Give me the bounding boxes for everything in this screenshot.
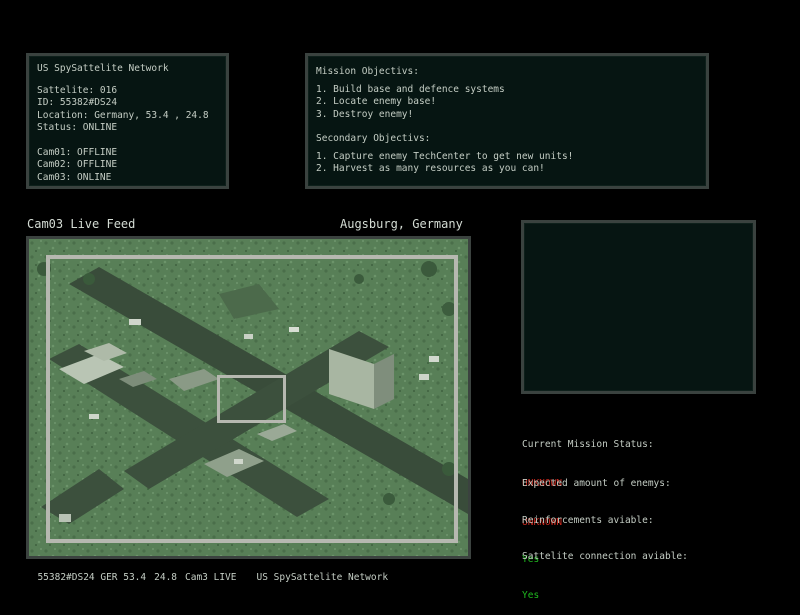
objectives-title: Mission Objectivs: xyxy=(316,66,419,77)
satellite-number: Sattelite: 016 xyxy=(37,84,118,96)
connection-label: Sattelite connection aviable: xyxy=(522,551,688,562)
feed-location: Augsburg, Germany xyxy=(340,217,463,231)
selection-cursor[interactable] xyxy=(217,375,286,423)
feed-status-bar: 55382#DS24 GER 53.4 24.8 Cam3 LIVE US SpySa… xyxy=(26,561,396,583)
secondary-objective-item: 2. Harvest as many resources as you can! xyxy=(316,163,545,174)
status-cam: Cam3 LIVE xyxy=(185,572,237,583)
secondary-objectives-title: Secondary Objectivs: xyxy=(316,133,431,144)
live-feed-viewport[interactable] xyxy=(26,236,471,559)
status-id: 55382#DS24 GER 53.4 xyxy=(37,572,147,583)
side-preview-panel xyxy=(521,220,756,394)
satellite-id: ID: 55382#DS24 xyxy=(37,97,118,108)
status-network: US SpySattelite Network xyxy=(256,572,389,583)
cam-status-1: Cam01: OFFLINE xyxy=(37,146,118,158)
feed-title: Cam03 Live Feed xyxy=(27,217,136,231)
status-x: 24.8 xyxy=(154,572,178,583)
satellite-status: Status: ONLINE xyxy=(37,122,118,133)
secondary-objective-item: 1. Capture enemy TechCenter to get new u… xyxy=(316,150,574,162)
objective-item: 2. Locate enemy base! xyxy=(316,96,437,107)
mission-status-label: Current Mission Status: xyxy=(522,439,654,450)
satellite-location: Location: Germany, 53.4 , 24.8 xyxy=(37,109,209,121)
cam-status-3: Cam03: ONLINE xyxy=(37,171,112,183)
cam-status-2: Cam02: OFFLINE xyxy=(37,159,118,170)
mission-objectives-panel: Mission Objectivs: 1. Build base and def… xyxy=(305,53,709,189)
satellite-info-panel: US SpySattelite Network Sattelite: 016 I… xyxy=(26,53,229,189)
objective-item: 1. Build base and defence systems xyxy=(316,83,505,95)
connection-value: Yes xyxy=(522,590,540,601)
connection-block: Sattelite connection aviable: Yes xyxy=(522,524,688,615)
objective-item: 3. Destroy enemy! xyxy=(316,108,414,120)
network-name: US SpySattelite Network xyxy=(37,63,169,74)
